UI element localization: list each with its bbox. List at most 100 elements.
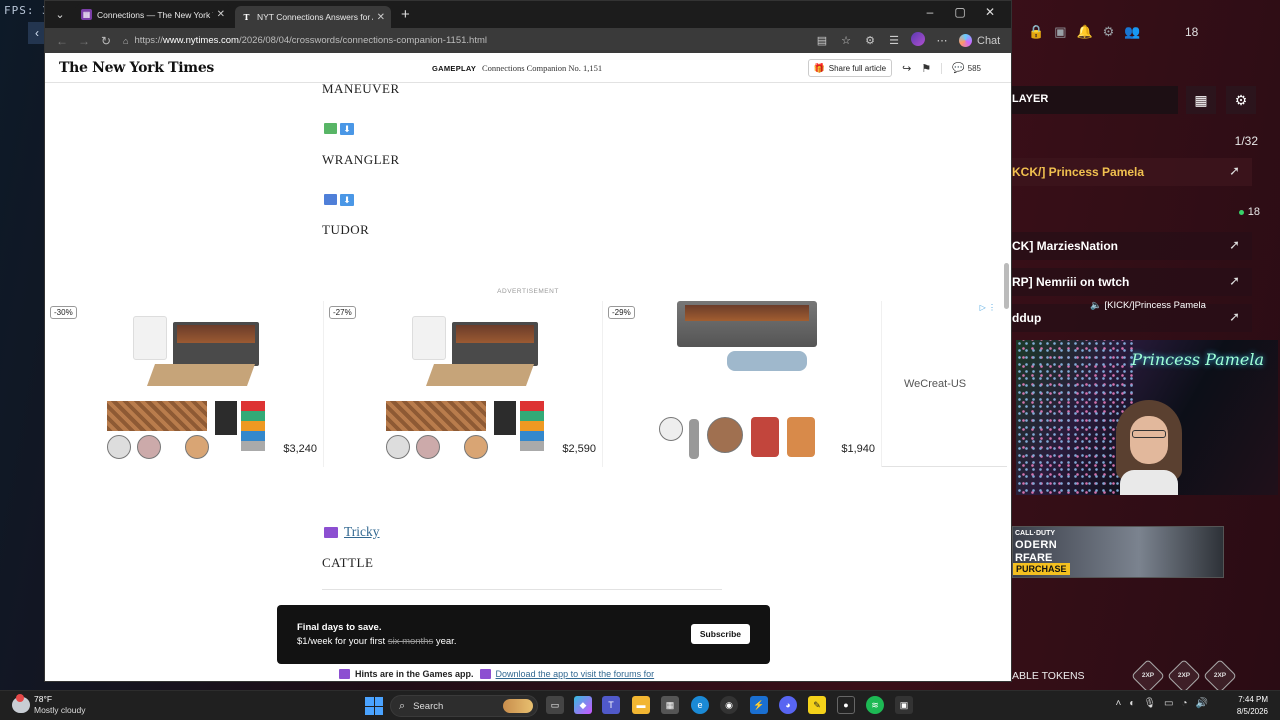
neon-sign: Princess Pamela [1131, 350, 1264, 369]
site-info-lock-icon[interactable]: ⌂ [123, 36, 128, 46]
weather-widget[interactable]: 78°F Mostly cloudy [12, 694, 86, 716]
comments-button[interactable]: 💬 585 [941, 62, 981, 74]
scrollbar-thumb[interactable] [1004, 263, 1009, 309]
category-link-tricky[interactable]: Tricky [324, 524, 380, 540]
invite-icon[interactable]: ➚ [1229, 237, 1240, 253]
search-highlight-image [503, 699, 533, 713]
friends-icon[interactable]: 👥 [1124, 24, 1140, 40]
invite-icon[interactable]: ➚ [1229, 163, 1240, 179]
download-app-link[interactable]: Download the app to visit the forums for [496, 669, 655, 679]
bookmark-icon[interactable]: ⚑ [921, 62, 931, 75]
price: $1,940 [841, 443, 875, 455]
display-icon[interactable]: ▭ [1164, 698, 1173, 709]
purple-square-icon [324, 526, 338, 538]
tab-close-icon[interactable]: ✕ [377, 12, 385, 23]
answer-word: TUDOR [322, 222, 370, 237]
gear-icon[interactable]: ⚙ [1103, 24, 1115, 40]
network-icon[interactable]: ◔ [1182, 698, 1188, 709]
player-row[interactable]: CK] MarziesNation ➚ [1012, 232, 1252, 260]
tab-connections[interactable]: ▦ Connections — The New York Tim ✕ [75, 3, 231, 26]
adchoices-icon[interactable]: ▷ ⋮ [980, 303, 996, 312]
discount-badge: -29% [608, 306, 635, 319]
ad-product-card[interactable]: -27% $2,590 [324, 301, 603, 467]
close-window-icon[interactable]: ✕ [975, 5, 1005, 19]
start-button-windows-icon[interactable] [365, 697, 383, 715]
maximize-icon[interactable]: ▢ [945, 5, 975, 19]
price: $2,590 [562, 443, 596, 455]
taskbar-search[interactable]: ⌕ Search [390, 695, 538, 717]
invite-icon[interactable]: ➚ [1229, 309, 1240, 325]
fps-counter: FPS: 3 [4, 4, 50, 17]
game-promo-banner[interactable]: CALL·DUTY ODERN RFARE PURCHASE [1012, 526, 1224, 578]
store-icon[interactable]: ▦ [661, 696, 679, 714]
favorites-list-icon[interactable]: ☰ [883, 34, 905, 47]
volume-icon[interactable]: 🔊 [1196, 698, 1208, 709]
forward-arrow-icon[interactable]: → [73, 34, 95, 48]
bell-icon[interactable]: 🔔 [1076, 24, 1092, 40]
weather-condition: Mostly cloudy [34, 705, 86, 715]
favorite-star-icon[interactable]: ☆ [835, 34, 857, 47]
windows-taskbar: 78°F Mostly cloudy ⌕ Search ▭ ◆ T ▬ ▦ e … [0, 690, 1280, 720]
back-arrow-icon[interactable]: ← [51, 34, 73, 48]
show-hidden-icons-chevron-icon[interactable]: ˄ [1115, 698, 1121, 709]
tab-actions-menu-icon[interactable]: ⌄ [49, 4, 71, 26]
answer-word: CATTLE [322, 555, 374, 570]
streamer-image [1116, 400, 1182, 495]
profile-avatar-icon[interactable] [907, 32, 929, 49]
player-row[interactable]: KCK/] Princess Pamela ➚ [1012, 158, 1252, 186]
minimize-icon[interactable]: – [915, 5, 945, 19]
more-options-icon[interactable]: ⋯ [931, 34, 953, 47]
invite-icon[interactable]: ➚ [1229, 273, 1240, 289]
lock-icon[interactable]: 🔒 [1028, 24, 1044, 40]
tray-app-icon[interactable]: ◐ [1129, 698, 1135, 709]
share-arrow-icon[interactable]: ↪ [902, 62, 911, 75]
ad-brand-panel[interactable]: ▷ ⋮ WeCreat-US [882, 301, 1002, 466]
webcam-feed: Princess Pamela [1016, 340, 1278, 495]
app-icon[interactable]: ▣ [895, 696, 913, 714]
squad-grid-icon[interactable]: ▦ [1186, 86, 1216, 114]
page-scrollbar[interactable] [1003, 55, 1009, 658]
new-tab-plus-icon[interactable]: + [401, 6, 410, 23]
battlenet-icon[interactable]: ⚡ [750, 696, 768, 714]
copilot-taskbar-icon[interactable]: ◆ [574, 696, 592, 714]
microphone-icon[interactable]: 🎙 [1143, 698, 1156, 709]
ad-product-card[interactable]: -29% $1,940 [603, 301, 882, 467]
copilot-chat-button[interactable]: Chat [955, 34, 1003, 47]
tab-close-icon[interactable]: ✕ [217, 9, 225, 20]
sticky-notes-icon[interactable]: ✎ [808, 696, 826, 714]
green-square-icon [324, 123, 337, 134]
tab-bar: ⌄ ▦ Connections — The New York Tim ✕ T N… [45, 1, 1011, 28]
screenshot-icon[interactable]: ▣ [1054, 24, 1066, 40]
extensions-icon[interactable]: ⚙ [859, 34, 881, 47]
subscribe-button[interactable]: Subscribe [690, 624, 750, 644]
comment-bubble-icon: 💬 [952, 62, 965, 74]
task-view-icon[interactable]: ▭ [546, 696, 564, 714]
header-actions: 🎁 Share full article ↪ ⚑ 💬 585 [807, 59, 981, 77]
laser-engraver-image [677, 301, 817, 371]
url-path: /2026/08/04/crosswords/connections-compa… [238, 35, 487, 46]
hint-squares: ⬇ [324, 194, 354, 206]
section-label[interactable]: GAMEPLAY [432, 64, 476, 73]
reader-view-icon[interactable]: ▤ [811, 34, 833, 47]
search-icon: ⌕ [399, 699, 406, 712]
chrome-icon[interactable]: ◉ [720, 696, 738, 714]
teams-icon[interactable]: T [602, 696, 620, 714]
discord-icon[interactable]: ◕ [779, 696, 797, 714]
blue-square-icon [324, 194, 337, 205]
file-explorer-icon[interactable]: ▬ [632, 696, 650, 714]
system-clock[interactable]: 7:44 PM 8/5/2026 [1237, 694, 1268, 718]
cloud-icon [12, 694, 30, 713]
obs-icon[interactable]: ● [837, 696, 855, 714]
player-row[interactable]: RP] Nemriii on twtch ➚ [1012, 268, 1252, 296]
refresh-icon[interactable]: ↻ [95, 34, 117, 48]
ad-product-card[interactable]: -30% $3,240 [45, 301, 324, 467]
stream-overlay: 🔒 ▣ 🔔 ⚙ 👥 18 LAYER ▦ ⚙ 1/32 KCK/] Prince… [1012, 0, 1280, 693]
share-full-article-button[interactable]: 🎁 Share full article [807, 59, 893, 77]
spotify-icon[interactable]: ≋ [866, 696, 884, 714]
edge-browser-icon[interactable]: e [691, 696, 709, 714]
tab-nyt-answers[interactable]: T NYT Connections Answers for Aug ✕ [235, 6, 391, 28]
player-panel-title: LAYER [1012, 93, 1049, 105]
settings-gear-icon[interactable]: ⚙ [1226, 86, 1256, 114]
url-field[interactable]: ⌂ https://www.nytimes.com/2026/08/04/cro… [123, 35, 487, 46]
nyt-logo[interactable]: The New York Times [59, 60, 214, 76]
